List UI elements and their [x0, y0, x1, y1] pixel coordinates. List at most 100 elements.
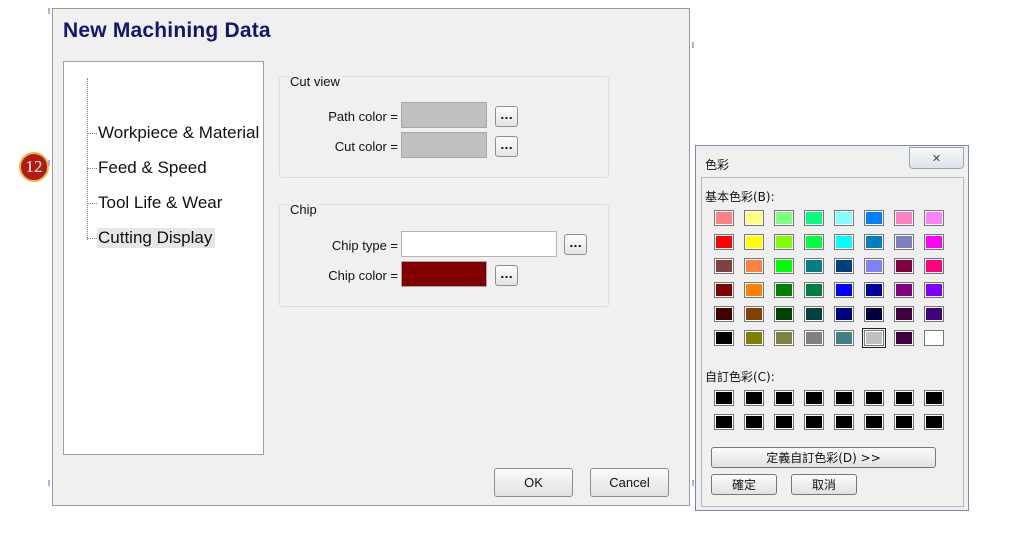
path-color-picker-button[interactable]: ... — [495, 106, 518, 127]
basic-color-cell[interactable] — [774, 306, 794, 322]
define-custom-colors-button[interactable]: 定義自訂色彩(D) >> — [711, 447, 936, 468]
basic-color-cell[interactable] — [714, 282, 734, 298]
chip-type-field[interactable] — [401, 231, 557, 257]
basic-color-cell[interactable] — [774, 282, 794, 298]
basic-color-cell[interactable] — [774, 234, 794, 250]
custom-color-cell[interactable] — [894, 390, 914, 406]
color-ok-button[interactable]: 確定 — [711, 474, 777, 495]
basic-color-cell[interactable] — [924, 330, 944, 346]
ok-button[interactable]: OK — [494, 468, 573, 497]
custom-color-cell[interactable] — [924, 414, 944, 430]
tree-item-tool-life-wear[interactable]: Tool Life & Wear — [87, 190, 225, 216]
basic-color-cell[interactable] — [834, 258, 854, 274]
basic-color-cell[interactable] — [864, 282, 884, 298]
chip-type-label: Chip type = — [331, 238, 398, 253]
basic-color-cell[interactable] — [834, 306, 854, 322]
basic-color-cell[interactable] — [924, 210, 944, 226]
basic-color-cell[interactable] — [744, 258, 764, 274]
basic-color-cell[interactable] — [924, 282, 944, 298]
custom-color-cell[interactable] — [834, 414, 854, 430]
chip-title: Chip — [288, 202, 319, 217]
basic-color-cell[interactable] — [714, 306, 734, 322]
basic-color-cell[interactable] — [864, 210, 884, 226]
basic-color-cell[interactable] — [804, 234, 824, 250]
custom-color-cell[interactable] — [834, 390, 854, 406]
window-edge-mark — [48, 160, 50, 166]
color-picker-dialog: 色彩 ✕ 基本色彩(B): 自訂色彩(C): 定義自訂色彩(D) >> 確定 取… — [695, 145, 969, 511]
cut-view-title: Cut view — [288, 74, 342, 89]
chip-type-picker-button[interactable]: ... — [564, 234, 587, 255]
basic-color-cell[interactable] — [744, 234, 764, 250]
tree-item-feed-speed[interactable]: Feed & Speed — [87, 155, 210, 181]
basic-color-cell[interactable] — [744, 282, 764, 298]
chip-color-swatch — [401, 261, 487, 287]
tree-item-label: Feed & Speed — [98, 158, 207, 177]
basic-color-cell[interactable] — [714, 330, 734, 346]
basic-color-cell[interactable] — [804, 306, 824, 322]
custom-color-cell[interactable] — [744, 390, 764, 406]
basic-color-cell[interactable] — [924, 258, 944, 274]
cut-color-picker-button[interactable]: ... — [495, 136, 518, 157]
chip-color-label: Chip color = — [328, 268, 398, 283]
custom-color-cell[interactable] — [714, 390, 734, 406]
chip-color-picker-button[interactable]: ... — [495, 265, 518, 286]
basic-color-cell[interactable] — [744, 330, 764, 346]
basic-color-cell[interactable] — [834, 330, 854, 346]
basic-color-cell[interactable] — [894, 306, 914, 322]
category-tree: Workpiece & Material Feed & Speed Tool L… — [63, 61, 264, 455]
custom-color-cell[interactable] — [714, 414, 734, 430]
basic-color-cell[interactable] — [834, 210, 854, 226]
basic-color-cell[interactable] — [864, 234, 884, 250]
basic-color-cell[interactable] — [714, 258, 734, 274]
basic-color-cell[interactable] — [894, 210, 914, 226]
custom-color-cell[interactable] — [774, 390, 794, 406]
basic-color-cell[interactable] — [894, 330, 914, 346]
tree-item-workpiece-material[interactable]: Workpiece & Material — [87, 120, 262, 146]
basic-color-cell[interactable] — [804, 330, 824, 346]
custom-colors-label: 自訂色彩(C): — [705, 370, 775, 384]
path-color-label: Path color = — [328, 109, 398, 124]
basic-colors-label: 基本色彩(B): — [705, 190, 775, 204]
window-edge-mark — [48, 8, 50, 14]
custom-color-cell[interactable] — [864, 390, 884, 406]
basic-color-cell[interactable] — [714, 210, 734, 226]
basic-color-cell[interactable] — [894, 282, 914, 298]
basic-color-cell[interactable] — [744, 306, 764, 322]
basic-color-cell[interactable] — [894, 258, 914, 274]
basic-color-cell[interactable] — [744, 210, 764, 226]
basic-color-cell[interactable] — [774, 210, 794, 226]
cut-color-swatch — [401, 132, 487, 158]
custom-color-cell[interactable] — [924, 390, 944, 406]
color-cancel-button[interactable]: 取消 — [791, 474, 857, 495]
basic-color-cell[interactable] — [804, 258, 824, 274]
custom-color-cell[interactable] — [744, 414, 764, 430]
tree-item-label: Workpiece & Material — [98, 123, 260, 142]
basic-color-cell[interactable] — [774, 330, 794, 346]
new-machining-data-dialog: New Machining Data Workpiece & Material … — [52, 8, 690, 506]
cancel-button[interactable]: Cancel — [590, 468, 669, 497]
custom-color-cell[interactable] — [774, 414, 794, 430]
basic-color-cell[interactable] — [804, 210, 824, 226]
basic-colors-grid — [714, 210, 944, 348]
basic-color-cell[interactable] — [714, 234, 734, 250]
basic-color-cell[interactable] — [864, 306, 884, 322]
window-edge-mark — [692, 42, 694, 48]
basic-color-cell[interactable] — [864, 258, 884, 274]
basic-color-cell[interactable] — [834, 234, 854, 250]
basic-color-cell[interactable] — [894, 234, 914, 250]
basic-color-cell[interactable] — [924, 306, 944, 322]
window-edge-mark — [48, 480, 50, 486]
custom-color-cell[interactable] — [804, 390, 824, 406]
tree-item-label: Cutting Display — [97, 228, 216, 248]
tree-item-cutting-display[interactable]: Cutting Display — [87, 225, 216, 251]
basic-color-cell[interactable] — [924, 234, 944, 250]
basic-color-cell[interactable] — [834, 282, 854, 298]
custom-color-cell[interactable] — [864, 414, 884, 430]
basic-color-cell[interactable] — [862, 328, 886, 348]
step-number-badge: 12 — [19, 152, 49, 182]
custom-color-cell[interactable] — [894, 414, 914, 430]
custom-color-cell[interactable] — [804, 414, 824, 430]
basic-color-cell[interactable] — [774, 258, 794, 274]
close-icon[interactable]: ✕ — [909, 147, 964, 169]
basic-color-cell[interactable] — [804, 282, 824, 298]
